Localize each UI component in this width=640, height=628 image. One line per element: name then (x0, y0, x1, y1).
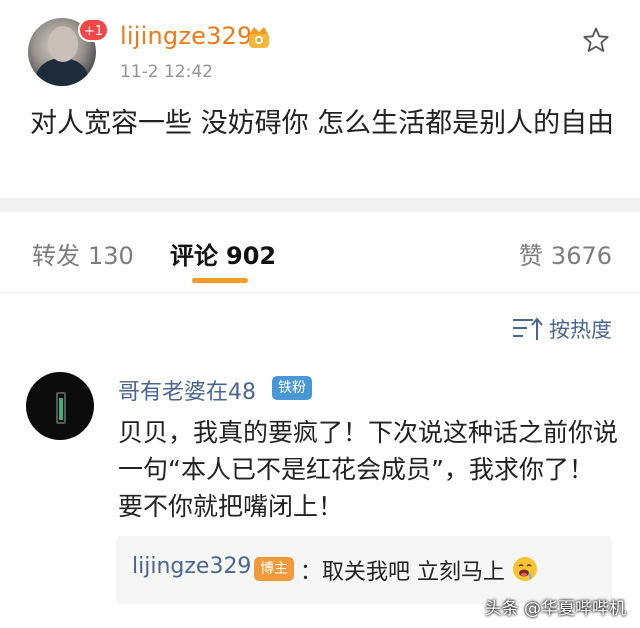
comment-text: 贝贝，我真的要疯了！下次说这种话之前你说一句“本人已不是红花会成员”，我求你了！… (118, 418, 619, 521)
post-username[interactable]: lijingze329 (120, 22, 253, 50)
commenter-avatar[interactable] (26, 372, 94, 440)
sort-button[interactable]: 按热度 (511, 314, 612, 344)
tab-like-label: 赞 (518, 242, 543, 270)
tab-like[interactable]: 赞 3676 (519, 236, 612, 271)
post-timestamp: 11-2 12:42 (120, 62, 213, 82)
avatar-shirt (36, 58, 88, 86)
reply-author[interactable]: lijingze329 (132, 554, 251, 579)
sort-icon (513, 317, 543, 340)
star-icon[interactable] (582, 26, 610, 54)
notification-badge: +1 (78, 18, 110, 42)
post-card: +1 lijingze329 11-2 12:42 对人宽容一些 没妨碍你 怎么… (0, 0, 640, 198)
tab-repost-count: 130 (88, 242, 134, 270)
tab-separator (0, 292, 640, 293)
sort-label: 按热度 (549, 318, 612, 342)
reply-text: ：取关我吧 立刻马上 (300, 560, 505, 585)
tab-like-count: 3676 (550, 242, 612, 270)
fan-badge: 铁粉 (272, 376, 312, 400)
avatar-light (59, 398, 63, 420)
tab-repost[interactable]: 转发 130 (32, 236, 134, 271)
host-badge: 博主 (254, 557, 294, 581)
tab-comment[interactable]: 评论 902 (170, 236, 276, 271)
tab-comment-count: 902 (226, 242, 277, 270)
commenter-name[interactable]: 哥有老婆在48 (118, 374, 256, 406)
crown-badge-icon (249, 27, 269, 48)
active-tab-indicator (192, 278, 248, 283)
post-text: 对人宽容一些 没妨碍你 怎么生活都是别人的自由 (30, 108, 615, 139)
tab-repost-label: 转发 (32, 242, 80, 270)
tab-bar: 转发 130 评论 902 赞 3676 (0, 212, 640, 292)
avatar-face (48, 26, 78, 62)
drooling-face-icon (513, 557, 537, 581)
section-divider (0, 198, 640, 212)
tab-comment-label: 评论 (170, 242, 218, 270)
watermark: 头条 @华夏哔哔机 (484, 599, 626, 619)
